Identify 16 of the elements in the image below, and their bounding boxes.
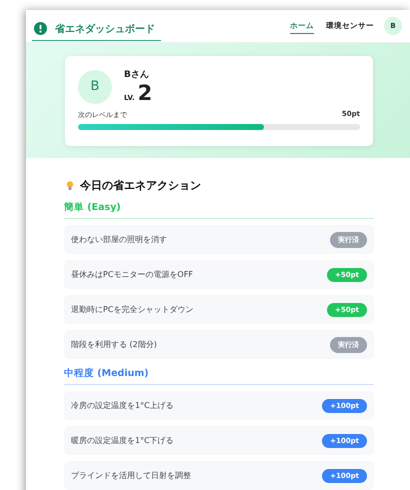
action-text: 冷房の設定温度を1°C上げる <box>71 400 174 411</box>
level-number: 2 <box>138 81 152 105</box>
app-title[interactable]: 省エネダッシュボード <box>55 22 155 36</box>
category-heading: 中程度 (Medium) <box>64 367 374 385</box>
alert-icon <box>34 22 47 35</box>
lightbulb-icon <box>66 180 74 192</box>
section-title: 今日の省エネアクション <box>80 178 201 193</box>
action-text: ブラインドを活用して日射を調整 <box>71 470 191 481</box>
user-name: Bさん <box>124 69 150 81</box>
action-text: 暖房の設定温度を1°C下げる <box>71 435 174 446</box>
action-text: 使わない部屋の照明を消す <box>71 234 167 245</box>
profile-avatar: B <box>78 70 112 104</box>
action-text: 昼休みはPCモニターの電源をOFF <box>71 269 193 280</box>
action-text: 退勤時にPCを完全シャットダウン <box>71 304 194 315</box>
category-heading: 簡単 (Easy) <box>64 201 374 219</box>
action-text: 階段を利用する (2階分) <box>71 339 157 350</box>
